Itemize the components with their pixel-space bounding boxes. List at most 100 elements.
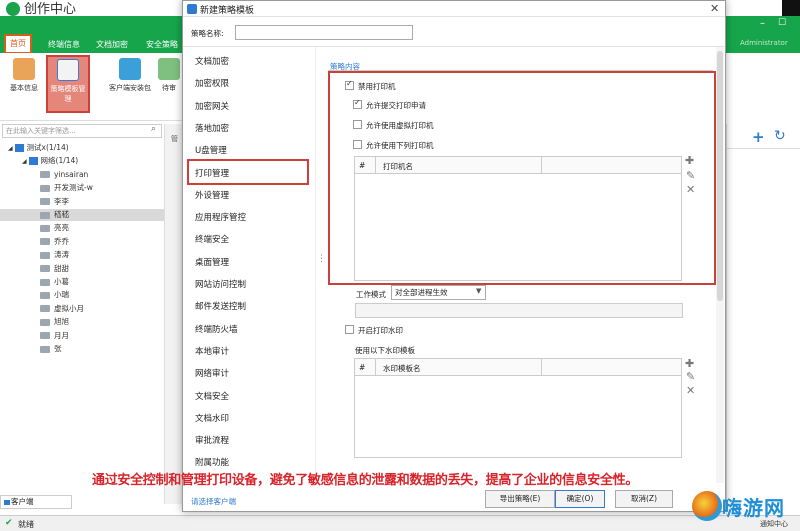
check-icon: ✔: [5, 518, 13, 528]
tree-node[interactable]: 虚拟小月: [0, 303, 164, 315]
nav-item[interactable]: 审批流程: [195, 435, 229, 447]
nav-item[interactable]: 桌面管理: [195, 257, 229, 269]
disable-printer-checkbox[interactable]: [345, 79, 354, 90]
caption-text: 通过安全控制和管理打印设备，避免了敏感信息的泄露和数据的丢失，提高了企业的信息安…: [92, 473, 639, 488]
tree-node-label: 测试x(1/14): [26, 143, 69, 152]
add-printer-icon[interactable]: ✚: [685, 154, 694, 167]
cancel-button[interactable]: 取消(Z): [615, 490, 673, 508]
tree-node[interactable]: ◢ 测试x(1/14): [8, 142, 69, 154]
template-icon: [57, 59, 79, 81]
nav-item[interactable]: 文档安全: [195, 391, 229, 403]
search-icon[interactable]: ⌕: [151, 124, 156, 134]
policy-name-input[interactable]: [235, 25, 413, 40]
printer-grid-header: # 打印机名: [355, 157, 681, 174]
nav-item[interactable]: 加密权限: [195, 78, 229, 90]
nav-item[interactable]: 外设管理: [195, 190, 229, 202]
tree-node-label: 张: [54, 344, 62, 353]
client-installer-label: 客户端安装包: [109, 84, 151, 92]
chevron-down-icon[interactable]: ▼: [476, 287, 481, 295]
choose-client-link[interactable]: 请选择客户端: [191, 496, 236, 507]
client-installer-button[interactable]: 客户端安装包: [108, 56, 152, 106]
pending-button[interactable]: 待审: [156, 56, 182, 106]
allow-listed-checkbox[interactable]: [353, 140, 362, 149]
tree-node[interactable]: 开发测试-w: [0, 182, 164, 194]
device-tree: ◢ 测试x(1/14) ◢ 网络(1/14) yinsairan 开发测试-w 李李 嵇嵇…: [0, 140, 164, 495]
nav-item[interactable]: 文档水印: [195, 413, 229, 425]
nav-item[interactable]: 终端安全: [195, 234, 229, 246]
nav-item[interactable]: 落地加密: [195, 123, 229, 135]
nav-item[interactable]: 网站访问控制: [195, 279, 246, 291]
computer-icon: [40, 198, 50, 206]
computer-icon: [40, 332, 50, 340]
computer-icon: [40, 305, 50, 313]
status-text: 就绪: [18, 520, 34, 529]
dialog-titlebar: 新建策略模板 ✕: [183, 1, 725, 17]
splitter-grip-icon[interactable]: ⋮: [317, 254, 326, 264]
refresh-icon[interactable]: ↻: [774, 128, 786, 144]
watermark-grid[interactable]: # 水印模板名: [354, 358, 682, 458]
tab-security-policy[interactable]: 安全策略: [142, 37, 182, 53]
nav-item[interactable]: 应用程序管控: [195, 212, 246, 224]
tree-node[interactable]: 嵇嵇: [0, 209, 164, 221]
tree-node[interactable]: 亮亮: [0, 222, 164, 234]
tree-node[interactable]: yinsairan: [0, 169, 164, 181]
add-watermark-icon[interactable]: ✚: [685, 357, 694, 370]
ok-button[interactable]: 确定(O): [555, 490, 605, 508]
tree-node[interactable]: 李李: [0, 196, 164, 208]
tab-home[interactable]: 首页: [4, 34, 32, 54]
policy-template-button[interactable]: 策略模板管理: [46, 55, 90, 113]
workmode-detail-field[interactable]: [355, 303, 683, 318]
computer-icon: [40, 184, 50, 192]
tree-node[interactable]: 旭旭: [0, 316, 164, 328]
allow-virtual-checkbox[interactable]: [353, 120, 362, 129]
pending-label: 待审: [162, 84, 176, 92]
tree-node[interactable]: 涛涛: [0, 249, 164, 261]
basic-info-button[interactable]: 基本信息: [2, 56, 46, 106]
delete-watermark-icon[interactable]: ✕: [686, 384, 695, 397]
tree-node[interactable]: 乔乔: [0, 236, 164, 248]
edit-watermark-icon[interactable]: ✎: [686, 370, 695, 383]
nav-item[interactable]: 本地审计: [195, 346, 229, 358]
watermark-grid-col-num: #: [359, 363, 366, 372]
print-watermark-label: 开启打印水印: [358, 326, 403, 335]
print-watermark-checkbox[interactable]: [345, 325, 354, 334]
add-icon[interactable]: +: [752, 128, 765, 146]
client-tab[interactable]: 客户端: [0, 495, 72, 509]
tab-terminal-info[interactable]: 终端信息: [44, 37, 84, 53]
dialog-title: 新建策略模板: [200, 6, 255, 16]
grid-col-line: [541, 157, 542, 174]
nav-item[interactable]: 邮件发送控制: [195, 301, 246, 313]
group-icon: [28, 157, 38, 166]
nav-item[interactable]: 加密网关: [195, 101, 229, 113]
tree-search-input[interactable]: 在此输入关键字筛选...: [2, 124, 162, 138]
nav-item[interactable]: 附属功能: [195, 457, 229, 469]
maximize-icon[interactable]: ☐: [778, 18, 786, 28]
user-label[interactable]: Administrator: [740, 39, 788, 47]
nav-item[interactable]: 网络审计: [195, 368, 229, 380]
tree-node[interactable]: 张: [0, 343, 164, 355]
tree-node[interactable]: 甜甜: [0, 263, 164, 275]
nav-item[interactable]: U盘管理: [195, 145, 227, 157]
tree-node-label: 网络(1/14): [40, 156, 79, 166]
tree-node[interactable]: 月月: [0, 330, 164, 342]
tree-node[interactable]: 小瑞: [0, 289, 164, 301]
tree-node[interactable]: ◢ 网络(1/14): [22, 155, 78, 167]
tree-node-label: 开发测试-w: [54, 183, 93, 193]
nav-item[interactable]: 打印管理: [195, 168, 229, 180]
tree-scrollbar[interactable]: [164, 124, 182, 504]
dialog-app-icon: [187, 4, 197, 14]
edit-printer-icon[interactable]: ✎: [686, 169, 695, 182]
computer-icon: [40, 291, 50, 299]
tab-doc-encrypt[interactable]: 文档加密: [92, 37, 132, 53]
allow-submit-checkbox[interactable]: [353, 98, 362, 109]
delete-printer-icon[interactable]: ✕: [686, 183, 695, 196]
nav-item[interactable]: 终端防火墙: [195, 324, 238, 336]
nav-item[interactable]: 文档加密: [195, 56, 229, 68]
export-policy-button[interactable]: 导出策略(E): [485, 490, 555, 508]
minimize-icon[interactable]: –: [760, 18, 765, 29]
printer-grid[interactable]: # 打印机名: [354, 156, 682, 281]
workmode-select[interactable]: 对全部进程生效: [391, 285, 486, 300]
tree-node[interactable]: 小葛: [0, 276, 164, 288]
close-icon[interactable]: ✕: [710, 2, 719, 15]
dialog-scrollbar-thumb[interactable]: [717, 51, 723, 301]
